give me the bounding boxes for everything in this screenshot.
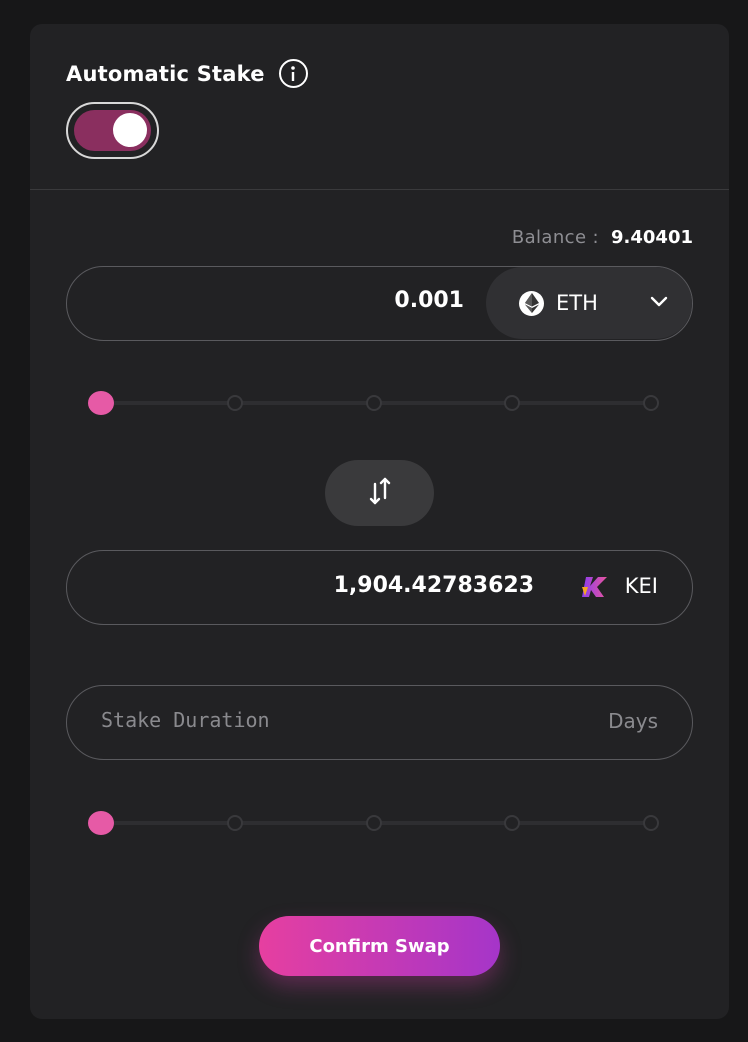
automatic-stake-title: Automatic Stake bbox=[66, 61, 265, 86]
to-token-label: KEI bbox=[624, 574, 658, 598]
slider-stop[interactable] bbox=[227, 815, 243, 831]
automatic-stake-toggle[interactable] bbox=[66, 102, 159, 159]
confirm-swap-button[interactable]: Confirm Swap bbox=[259, 916, 500, 976]
to-amount-field[interactable]: 1,904.42783623 KEI bbox=[66, 550, 693, 625]
to-amount-value: 1,904.42783623 bbox=[333, 573, 534, 598]
balance-display: Balance : 9.40401 bbox=[512, 227, 693, 248]
section-divider bbox=[30, 189, 729, 190]
info-icon[interactable] bbox=[278, 59, 308, 88]
slider-stop[interactable] bbox=[643, 395, 659, 411]
from-amount-field[interactable]: 0.001 ETH bbox=[66, 266, 693, 341]
from-amount-slider[interactable] bbox=[88, 391, 659, 415]
slider-stop[interactable] bbox=[227, 395, 243, 411]
toggle-knob bbox=[113, 113, 147, 147]
chevron-down-icon bbox=[650, 293, 668, 312]
balance-label: Balance : bbox=[511, 227, 600, 248]
slider-stop[interactable] bbox=[504, 815, 520, 831]
stake-duration-field[interactable]: Days bbox=[66, 685, 693, 760]
swap-arrows-icon bbox=[368, 476, 392, 510]
stake-swap-card: Automatic Stake Balance : 9.40401 0.001 bbox=[30, 24, 729, 1019]
slider-stop[interactable] bbox=[504, 395, 520, 411]
days-unit-label: Days bbox=[608, 709, 658, 733]
from-token-select[interactable]: ETH bbox=[486, 267, 692, 339]
swap-direction-button[interactable] bbox=[325, 460, 434, 526]
slider-thumb[interactable] bbox=[88, 391, 114, 415]
balance-value: 9.40401 bbox=[611, 227, 693, 248]
stake-duration-slider[interactable] bbox=[88, 811, 659, 835]
toggle-track bbox=[74, 110, 151, 151]
from-token-label: ETH bbox=[556, 291, 598, 315]
slider-stop[interactable] bbox=[366, 815, 382, 831]
slider-stop[interactable] bbox=[366, 395, 382, 411]
slider-thumb[interactable] bbox=[88, 811, 114, 835]
from-amount-value[interactable]: 0.001 bbox=[394, 288, 464, 313]
ethereum-icon bbox=[519, 290, 544, 316]
stake-duration-input[interactable] bbox=[101, 708, 521, 732]
automatic-stake-header: Automatic Stake bbox=[66, 59, 308, 88]
slider-stop[interactable] bbox=[643, 815, 659, 831]
kei-logo-icon bbox=[580, 575, 610, 603]
